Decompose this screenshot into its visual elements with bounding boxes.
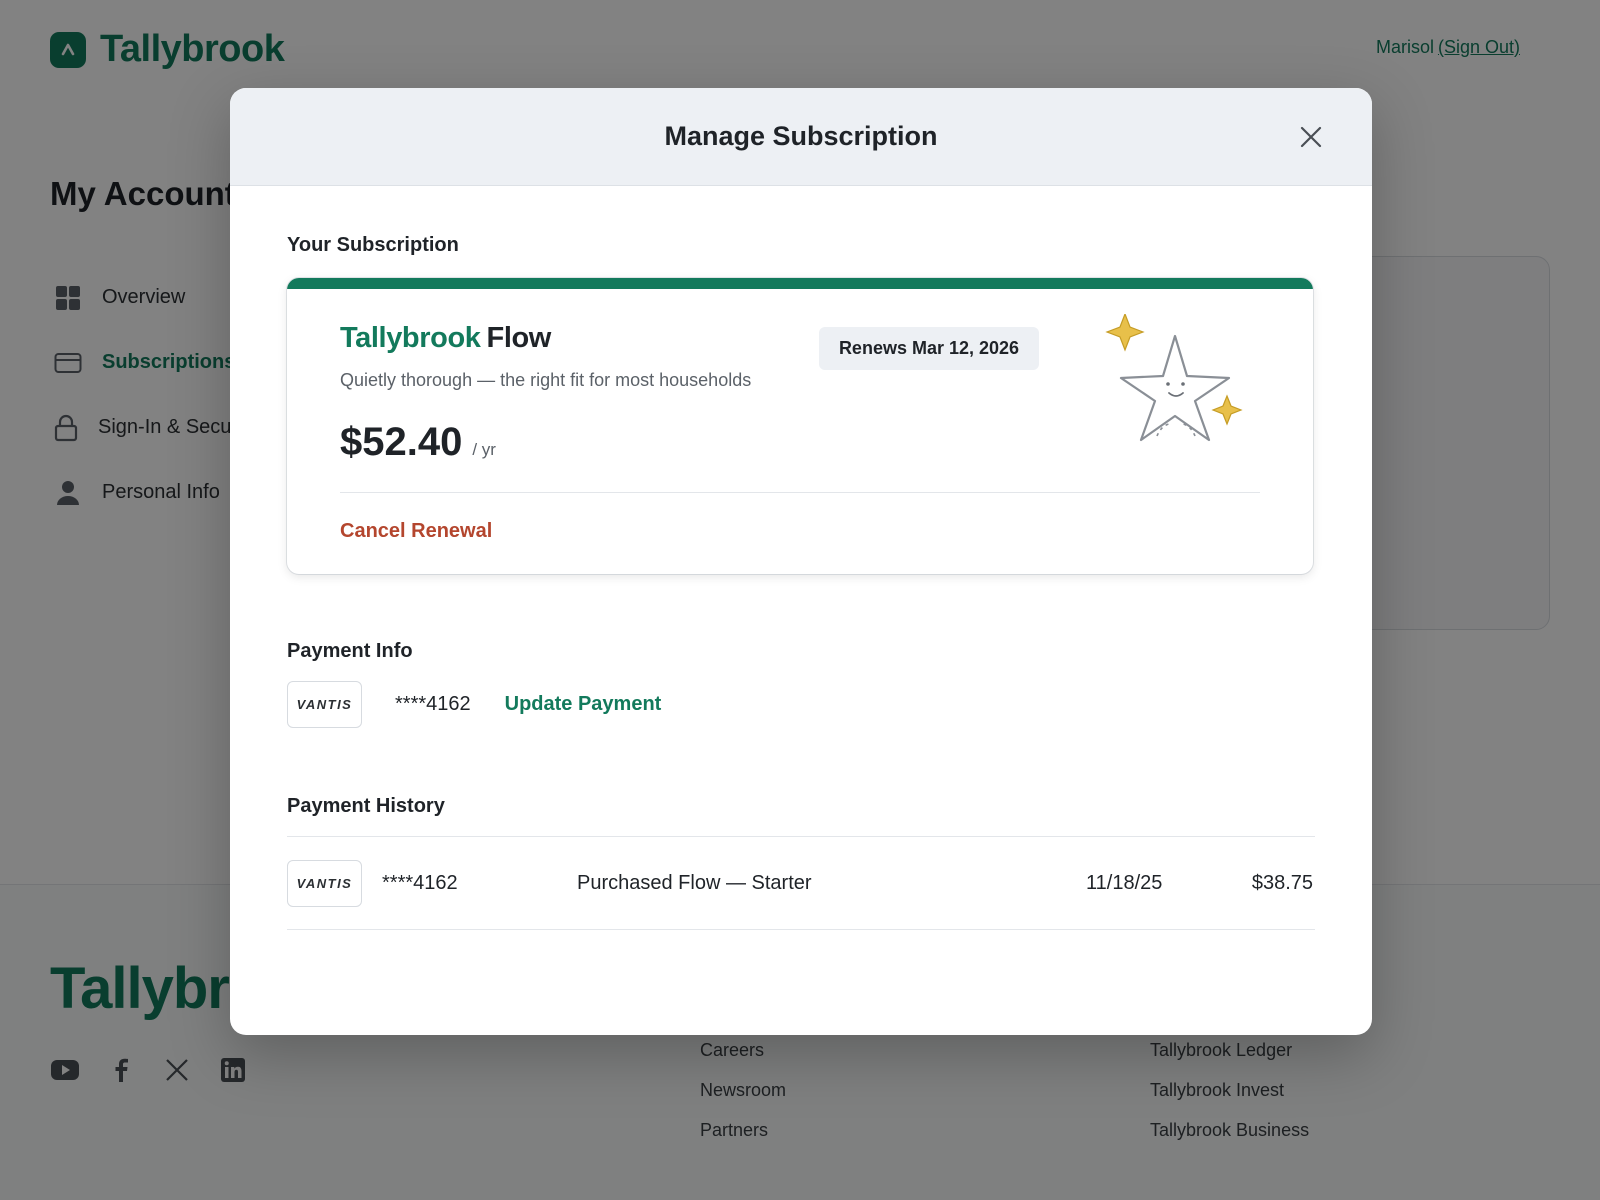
update-payment-link[interactable]: Update Payment bbox=[505, 693, 662, 716]
plan-tier: Flow bbox=[486, 322, 552, 354]
star-illustration-icon bbox=[1097, 312, 1247, 464]
history-card-number: ****4162 bbox=[382, 871, 458, 894]
plan-price: $52.40 / yr bbox=[340, 420, 496, 465]
table-row: VANTIS ****4162 Purchased Flow — Starter… bbox=[287, 837, 1315, 930]
plan-description: Quietly thorough — the right fit for mos… bbox=[340, 370, 752, 390]
renewal-badge: Renews Mar 12, 2026 bbox=[819, 327, 1039, 370]
modal-header: Manage Subscription bbox=[230, 88, 1372, 186]
card-divider bbox=[340, 492, 1260, 493]
card-brand-logo: VANTIS bbox=[287, 859, 362, 907]
masked-card-number: ****4162 bbox=[395, 693, 471, 715]
payment-method-row: VANTIS ****4162 Update Payment bbox=[287, 681, 661, 728]
price-amount: $52.40 bbox=[340, 420, 463, 464]
card-brand-logo: VANTIS bbox=[287, 681, 362, 728]
history-amount: $38.75 bbox=[1251, 871, 1313, 894]
cancel-renewal-link[interactable]: Cancel Renewal bbox=[340, 520, 492, 543]
subscription-card: Tallybrook Flow Quietly thorough — the ri… bbox=[287, 278, 1313, 574]
card-accent-stripe bbox=[287, 278, 1313, 289]
plan-name: Tallybrook Flow bbox=[340, 322, 551, 355]
modal-title: Manage Subscription bbox=[664, 121, 938, 151]
price-period: / yr bbox=[472, 440, 496, 459]
history-description: Purchased Flow — Starter bbox=[577, 871, 812, 894]
history-date: 11/18/25 bbox=[1086, 871, 1163, 894]
payment-info-section-label: Payment Info bbox=[287, 640, 413, 662]
payment-history-section-label: Payment History bbox=[287, 795, 445, 817]
close-icon[interactable] bbox=[1296, 122, 1326, 152]
manage-subscription-modal: Manage Subscription Your Subscription Ta… bbox=[230, 88, 1372, 1035]
plan-brand: Tallybrook bbox=[340, 322, 481, 354]
subscription-section-label: Your Subscription bbox=[287, 234, 459, 256]
